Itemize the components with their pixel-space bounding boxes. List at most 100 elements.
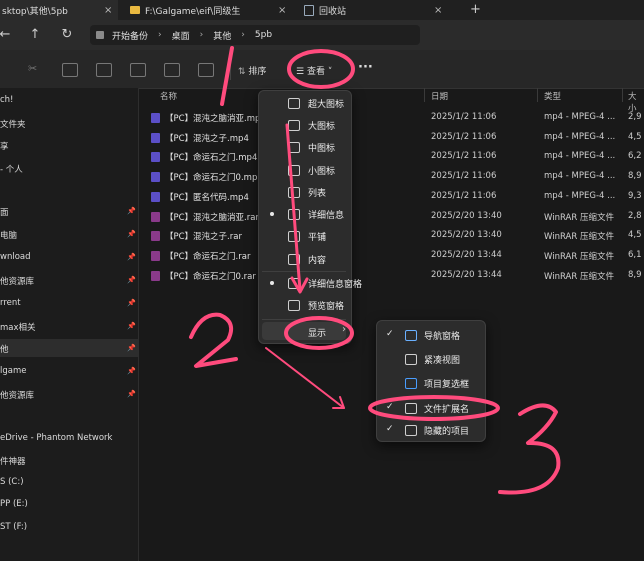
file-name[interactable]: 【PC】命运石之门.mp4 <box>165 151 257 163</box>
preview-pane-icon <box>288 300 300 311</box>
file-name[interactable]: 【PC】命运石之门0.mp <box>165 171 257 183</box>
show-menu-item[interactable]: 导航窗格 <box>424 329 460 342</box>
sort-button[interactable]: ⇅ 排序 <box>238 64 266 77</box>
sidebar-item[interactable]: 他资源库 <box>0 389 34 401</box>
sidebar-item[interactable]: PP (E:) <box>0 499 28 509</box>
toolbar-divider <box>230 56 231 80</box>
details-pane-icon <box>288 278 300 289</box>
sidebar-item[interactable]: ST (F:) <box>0 522 27 532</box>
refresh-icon[interactable]: ↻ <box>58 27 76 42</box>
view-menu-item[interactable]: 平铺 <box>308 230 326 243</box>
sidebar-item[interactable]: S (C:) <box>0 477 24 487</box>
column-header-date[interactable]: 日期 <box>431 90 448 102</box>
column-divider <box>424 88 425 102</box>
breadcrumb-item[interactable]: 5pb <box>255 30 272 40</box>
sidebar-item[interactable]: 面 <box>0 206 9 218</box>
file-type: WinRAR 压缩文件 <box>544 212 614 223</box>
extra-large-icons-icon <box>288 98 300 109</box>
paste-icon[interactable] <box>96 63 112 77</box>
show-menu-item[interactable]: 隐藏的项目 <box>424 424 469 437</box>
sidebar-item[interactable]: wnload <box>0 252 31 262</box>
view-menu-item[interactable]: 列表 <box>308 186 326 199</box>
show-menu-item[interactable]: 文件扩展名 <box>424 402 469 415</box>
cut-icon[interactable]: ✂ <box>28 62 42 75</box>
sidebar-item[interactable]: 文件夹 <box>0 118 26 130</box>
view-menu-item[interactable]: 显示 <box>308 326 326 339</box>
more-options-button[interactable]: ··· <box>358 60 373 75</box>
annotation-digit-2 <box>189 312 238 368</box>
rename-icon[interactable] <box>130 63 146 77</box>
column-divider <box>537 88 538 102</box>
view-menu-item[interactable]: 内容 <box>308 253 326 266</box>
file-size: 8,9 <box>628 171 642 182</box>
view-button[interactable]: ☰ 查看 ˅ <box>296 64 332 77</box>
video-file-icon <box>151 152 160 163</box>
show-menu-item[interactable]: 项目复选框 <box>424 377 469 390</box>
tab-recycle-label: 回收站 <box>319 6 347 17</box>
view-menu-item[interactable]: 小图标 <box>308 164 335 177</box>
file-name[interactable]: 【PC】混沌之子.rar <box>165 230 242 242</box>
view-label: 查看 <box>306 67 325 77</box>
selected-dot-icon <box>270 212 274 216</box>
close-icon[interactable]: × <box>278 5 286 16</box>
share-icon[interactable] <box>164 63 180 77</box>
computer-icon <box>96 31 104 39</box>
sidebar-item[interactable]: lgame <box>0 366 26 376</box>
copy-icon[interactable] <box>62 63 78 77</box>
sidebar-item[interactable]: 他 <box>0 343 9 355</box>
delete-icon[interactable] <box>198 63 214 77</box>
sidebar-item[interactable]: max相关 <box>0 321 36 333</box>
breadcrumb-item[interactable]: 开始备份 <box>112 29 148 42</box>
back-icon[interactable]: ← <box>0 27 14 42</box>
file-type: mp4 - MPEG-4 ... <box>544 171 616 182</box>
show-menu-item[interactable]: 紧凑视图 <box>424 353 460 366</box>
breadcrumb[interactable]: 开始备份 › 桌面 › 其他 › 5pb <box>90 25 420 45</box>
tab-galgame[interactable]: F:\Galgame\eif\同级生 × <box>118 0 294 20</box>
sidebar-item[interactable]: eDrive - Phantom Network <box>0 433 112 443</box>
sidebar-item[interactable]: 他资源库 <box>0 275 34 287</box>
up-icon[interactable]: ↑ <box>26 27 44 42</box>
file-date: 2025/2/20 13:44 <box>431 269 502 280</box>
view-icon: ☰ <box>296 67 307 77</box>
view-menu-item[interactable]: 大图标 <box>308 119 335 132</box>
file-date: 2025/2/20 13:44 <box>431 249 502 260</box>
file-size: 6,1 <box>628 249 642 260</box>
breadcrumb-item[interactable]: 桌面 <box>172 29 190 42</box>
sidebar-item[interactable]: 件神器 <box>0 455 26 467</box>
column-header-type[interactable]: 类型 <box>544 90 561 102</box>
pin-icon: 📌 <box>127 299 136 307</box>
sidebar-item[interactable]: rrent <box>0 298 21 308</box>
view-menu-item[interactable]: 详细信息 <box>308 208 344 221</box>
column-header-name[interactable]: 名称 <box>160 90 177 102</box>
file-name[interactable]: 【PC】混沌之子.mp4 <box>165 132 249 144</box>
breadcrumb-item[interactable]: 其他 <box>213 29 231 42</box>
sidebar-item[interactable]: 享 <box>0 140 9 152</box>
video-file-icon <box>151 113 160 123</box>
file-name[interactable]: 【PC】命运石之门.rar <box>165 250 250 262</box>
view-menu-item[interactable]: 详细信息窗格 <box>308 277 362 290</box>
tab-current[interactable]: sktop\其他\5pb × <box>0 0 118 20</box>
sidebar-item[interactable]: ch! <box>0 95 13 105</box>
pin-icon: 📌 <box>127 230 136 238</box>
sidebar-item[interactable]: 电脑 <box>0 229 17 241</box>
view-menu-item[interactable]: 超大图标 <box>308 97 344 110</box>
file-name[interactable]: 【PC】混沌之脑消亚.mp <box>165 112 260 124</box>
archive-file-icon <box>151 211 160 222</box>
column-header-size[interactable]: 大小 <box>628 90 644 114</box>
file-name[interactable]: 【PC】匿名代码.mp4 <box>165 191 249 203</box>
sidebar-item[interactable]: - 个人 <box>0 163 23 175</box>
view-menu-item[interactable]: 预览窗格 <box>308 299 344 312</box>
view-menu-item[interactable]: 中图标 <box>308 141 335 154</box>
pin-icon: 📌 <box>127 344 136 352</box>
file-type: mp4 - MPEG-4 ... <box>544 190 616 201</box>
new-tab-icon[interactable]: + <box>470 2 481 17</box>
file-name[interactable]: 【PC】混沌之脑消亚.rar <box>165 211 259 223</box>
tab-recycle[interactable]: 回收站 × <box>294 0 464 20</box>
tiles-icon <box>288 231 300 242</box>
file-name[interactable]: 【PC】命运石之门0.rar <box>165 270 256 282</box>
tab-current-label: sktop\其他\5pb <box>2 6 68 17</box>
file-date: 2025/1/2 11:06 <box>431 190 497 201</box>
file-date: 2025/1/2 11:06 <box>431 151 497 162</box>
close-icon[interactable]: × <box>104 5 112 16</box>
close-icon[interactable]: × <box>434 5 442 16</box>
